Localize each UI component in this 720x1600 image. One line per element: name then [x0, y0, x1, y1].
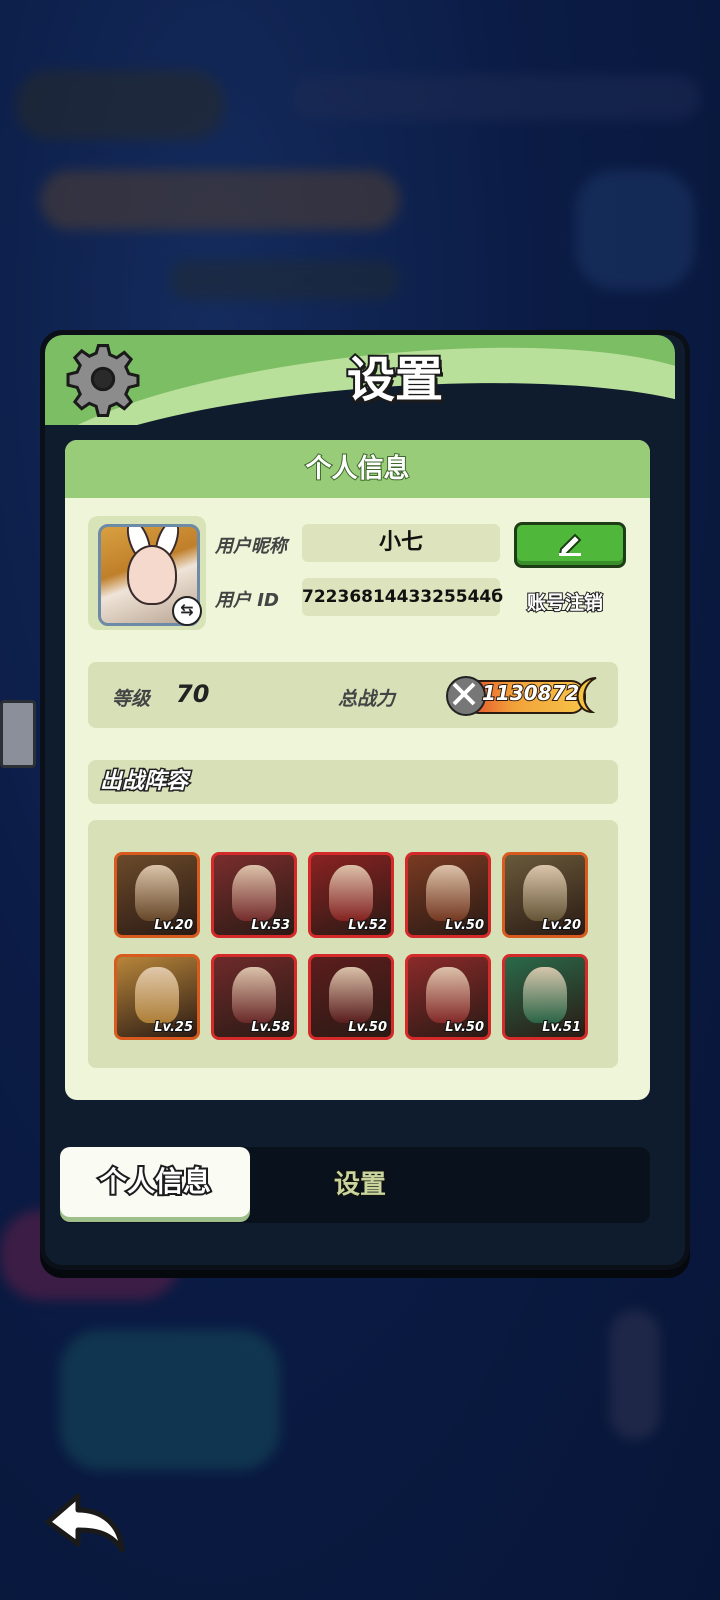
power-value: 1130872 — [481, 680, 580, 706]
avatar-frame[interactable]: ⇆ — [88, 516, 206, 630]
hero-portrait — [232, 967, 276, 1023]
hero-slot[interactable]: Lv.25 — [114, 954, 200, 1040]
level-label: 等级 — [112, 688, 151, 710]
profile-card: 个人信息 ⇆ 用户昵称 小七 用户 ID 7223681443325544б 账… — [65, 440, 650, 1100]
tab-profile[interactable]: 个人信息 — [60, 1147, 250, 1217]
hero-portrait — [523, 967, 567, 1023]
team-lineup: Lv.20 Lv.53 Lv.52 Lv.50 Lv.20 Lv.25 Lv.58 Lv.50… — [88, 820, 618, 1068]
power-badge: 1130872 — [446, 676, 597, 716]
hero-slot[interactable]: Lv.50 — [405, 954, 491, 1040]
hero-slot[interactable]: Lv.50 — [405, 852, 491, 938]
hero-portrait — [329, 967, 373, 1023]
hero-level: Lv.25 — [153, 1019, 194, 1036]
user-id-field: 7223681443325544б — [302, 578, 503, 616]
hero-portrait — [135, 865, 179, 921]
edit-nickname-button[interactable] — [514, 522, 626, 568]
panel-header: 设置 — [45, 335, 675, 425]
panel-title: 设置 — [345, 350, 445, 410]
cancel-account-link[interactable]: 账号注销 — [515, 588, 615, 618]
hero-level: Lv.50 — [444, 917, 485, 934]
hero-level: Lv.20 — [541, 917, 582, 934]
user-id-label: 用户 ID — [215, 590, 279, 611]
back-arrow-icon[interactable] — [40, 1490, 130, 1560]
hero-portrait — [426, 967, 470, 1023]
hero-portrait — [426, 865, 470, 921]
hero-slot[interactable]: Lv.20 — [502, 852, 588, 938]
swap-icon[interactable]: ⇆ — [172, 596, 202, 626]
nickname-label: 用户昵称 — [215, 536, 287, 557]
hero-level: Lv.50 — [444, 1019, 485, 1036]
hero-slot[interactable]: Lv.53 — [211, 852, 297, 938]
bottom-tabs: 个人信息 设置 — [60, 1147, 650, 1223]
hero-level: Lv.53 — [250, 917, 291, 934]
hero-slot[interactable]: Lv.20 — [114, 852, 200, 938]
hero-slot[interactable]: Lv.51 — [502, 954, 588, 1040]
hero-level: Lv.50 — [347, 1019, 388, 1036]
hero-slot[interactable]: Lv.58 — [211, 954, 297, 1040]
gear-icon — [66, 344, 140, 417]
crossed-swords-icon — [446, 676, 486, 716]
stats-bar: 等级 70 总战力 1130872 — [88, 662, 618, 728]
team-title: 出战阵容 — [98, 768, 189, 796]
hero-level: Lv.58 — [250, 1019, 291, 1036]
hero-level: Lv.20 — [153, 917, 194, 934]
hero-slot[interactable]: Lv.50 — [308, 954, 394, 1040]
section-title: 个人信息 — [65, 440, 650, 498]
pencil-icon — [558, 533, 582, 557]
settings-panel: 设置 个人信息 ⇆ 用户昵称 小七 用户 ID 7223681443325544… — [40, 330, 690, 1270]
power-label: 总战力 — [338, 688, 396, 710]
nickname-field: 小七 — [302, 524, 500, 562]
hero-level: Lv.52 — [347, 917, 388, 934]
moon-ornament-icon — [576, 677, 597, 714]
team-title-bar: 出战阵容 — [88, 760, 618, 804]
hero-level: Lv.51 — [541, 1019, 582, 1036]
side-device-icon[interactable] — [0, 700, 36, 768]
tab-settings[interactable]: 设置 — [300, 1147, 420, 1223]
hero-portrait — [232, 865, 276, 921]
hero-portrait — [329, 865, 373, 921]
hero-portrait — [523, 865, 567, 921]
hero-slot[interactable]: Lv.52 — [308, 852, 394, 938]
avatar-face — [127, 545, 177, 605]
hero-portrait — [135, 967, 179, 1023]
level-value: 70 — [176, 680, 210, 708]
